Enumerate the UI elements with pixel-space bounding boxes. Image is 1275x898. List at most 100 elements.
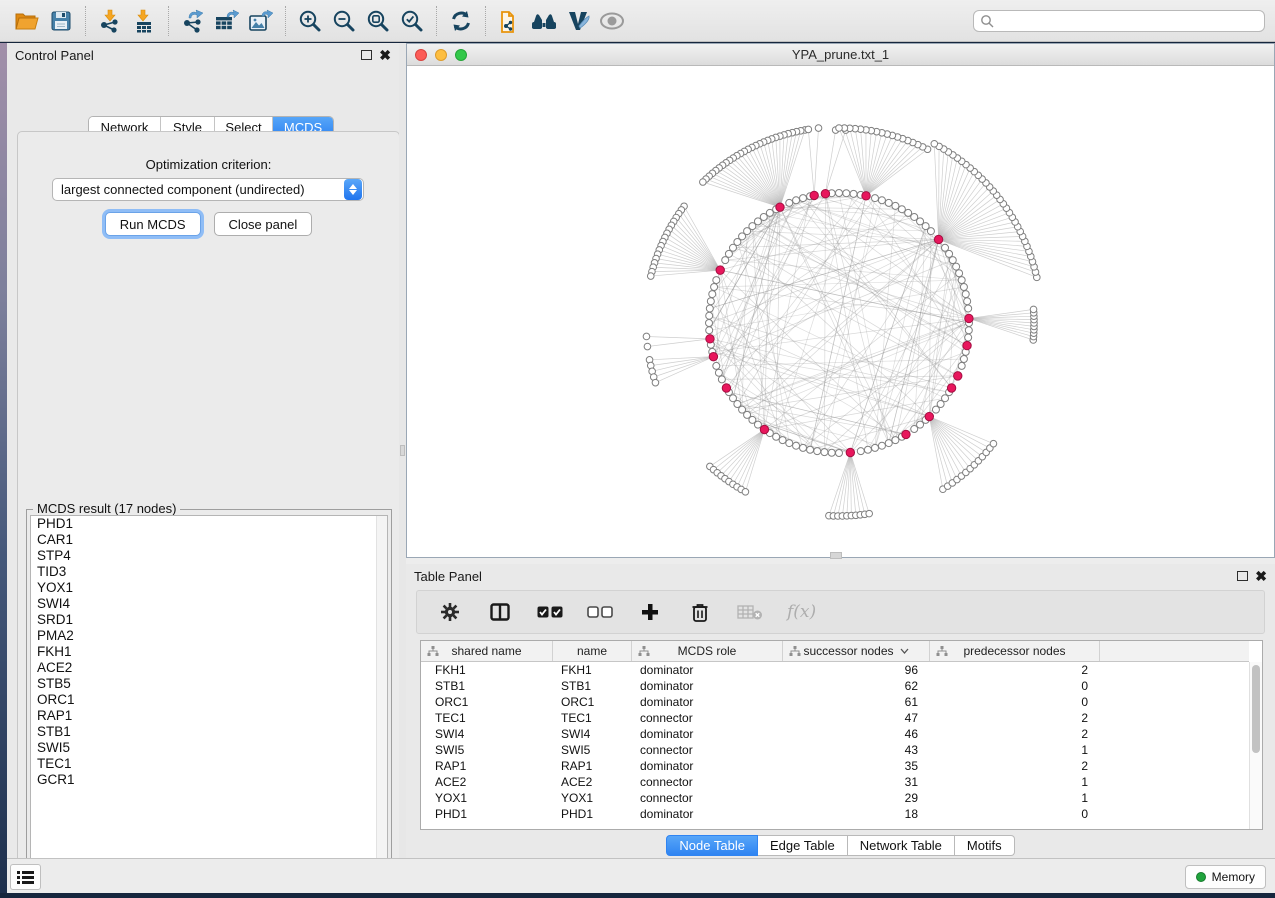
network-node[interactable] xyxy=(793,442,800,449)
network-dominator-node[interactable] xyxy=(862,192,870,200)
network-node[interactable] xyxy=(885,199,892,206)
network-dominator-node[interactable] xyxy=(947,384,955,392)
network-node[interactable] xyxy=(821,449,828,456)
table-row[interactable]: ORC1ORC1dominator610 xyxy=(421,694,1249,710)
clone-network-icon[interactable] xyxy=(493,4,527,38)
table-row[interactable]: PHD1PHD1dominator180 xyxy=(421,806,1249,822)
network-node[interactable] xyxy=(958,277,965,284)
tab-network-table[interactable]: Network Table xyxy=(848,835,955,856)
network-dominator-node[interactable] xyxy=(963,341,971,349)
network-node[interactable] xyxy=(722,257,729,264)
delete-table-icon[interactable] xyxy=(737,599,763,625)
network-node[interactable] xyxy=(942,244,949,251)
eye-icon[interactable] xyxy=(595,4,629,38)
table-row[interactable]: SWI4SWI4dominator462 xyxy=(421,726,1249,742)
search-field[interactable] xyxy=(973,10,1265,32)
column-header-predecessor-nodes[interactable]: predecessor nodes xyxy=(930,641,1100,661)
network-leaf-node[interactable] xyxy=(647,273,654,280)
criterion-dropdown[interactable]: largest connected component (undirected) xyxy=(52,178,364,201)
network-node[interactable] xyxy=(956,270,963,277)
mcds-result-item[interactable]: RAP1 xyxy=(31,708,387,724)
export-image-icon[interactable] xyxy=(244,4,278,38)
table-row[interactable]: RAP1RAP1dominator352 xyxy=(421,758,1249,774)
network-leaf-node[interactable] xyxy=(643,333,650,340)
table-row[interactable]: TEC1TEC1connector472 xyxy=(421,710,1249,726)
memory-button[interactable]: Memory xyxy=(1185,865,1266,889)
network-node[interactable] xyxy=(857,448,864,455)
network-leaf-node[interactable] xyxy=(1030,306,1037,313)
zoom-in-icon[interactable] xyxy=(293,4,327,38)
network-node[interactable] xyxy=(786,199,793,206)
network-dominator-node[interactable] xyxy=(934,235,942,243)
network-node[interactable] xyxy=(793,197,800,204)
import-table-icon[interactable] xyxy=(127,4,161,38)
network-leaf-node[interactable] xyxy=(836,125,843,132)
network-leaf-node[interactable] xyxy=(815,125,822,132)
close-panel-button[interactable]: Close panel xyxy=(214,212,313,236)
network-node[interactable] xyxy=(779,437,786,444)
network-node[interactable] xyxy=(850,190,857,197)
run-mcds-button[interactable]: Run MCDS xyxy=(105,212,201,236)
table-row[interactable]: YOX1YOX1connector291 xyxy=(421,790,1249,806)
splitter-handle[interactable] xyxy=(400,445,405,456)
network-leaf-node[interactable] xyxy=(931,140,938,147)
task-history-button[interactable] xyxy=(10,864,41,890)
network-dominator-node[interactable] xyxy=(709,352,717,360)
network-node[interactable] xyxy=(878,197,885,204)
deselect-all-columns-icon[interactable] xyxy=(587,599,613,625)
column-header-shared-name[interactable]: shared name xyxy=(421,641,553,661)
network-dominator-node[interactable] xyxy=(821,190,829,198)
network-node[interactable] xyxy=(953,263,960,270)
mcds-result-item[interactable]: FKH1 xyxy=(31,644,387,660)
network-node[interactable] xyxy=(964,298,971,305)
network-dominator-node[interactable] xyxy=(760,425,768,433)
tab-motifs[interactable]: Motifs xyxy=(955,835,1015,856)
network-node[interactable] xyxy=(871,195,878,202)
network-dominator-node[interactable] xyxy=(810,191,818,199)
add-column-icon[interactable] xyxy=(637,599,663,625)
network-node[interactable] xyxy=(960,355,967,362)
list-scrollbar[interactable] xyxy=(376,516,387,878)
search-input[interactable] xyxy=(994,14,1258,28)
network-node[interactable] xyxy=(786,440,793,447)
float-panel-icon[interactable] xyxy=(1237,571,1248,581)
mcds-result-item[interactable]: STB1 xyxy=(31,724,387,740)
network-node[interactable] xyxy=(960,284,967,291)
network-node[interactable] xyxy=(773,433,780,440)
save-icon[interactable] xyxy=(44,4,78,38)
delete-column-icon[interactable] xyxy=(687,599,713,625)
mcds-result-list[interactable]: PHD1CAR1STP4TID3YOX1SWI4SRD1PMA2FKH1ACE2… xyxy=(30,515,388,879)
network-node[interactable] xyxy=(711,284,718,291)
mcds-result-item[interactable]: TID3 xyxy=(31,564,387,580)
network-leaf-node[interactable] xyxy=(700,179,707,186)
network-node[interactable] xyxy=(836,450,843,457)
mcds-result-item[interactable]: CAR1 xyxy=(31,532,387,548)
zoom-out-icon[interactable] xyxy=(327,4,361,38)
table-row[interactable]: FKH1FKH1dominator962 xyxy=(421,662,1249,678)
mcds-result-item[interactable]: YOX1 xyxy=(31,580,387,596)
network-node[interactable] xyxy=(892,202,899,209)
mcds-result-item[interactable]: SWI4 xyxy=(31,596,387,612)
network-node[interactable] xyxy=(878,442,885,449)
network-leaf-node[interactable] xyxy=(990,440,997,447)
network-node[interactable] xyxy=(706,312,713,319)
network-leaf-node[interactable] xyxy=(742,489,749,496)
network-node[interactable] xyxy=(707,298,714,305)
refresh-icon[interactable] xyxy=(444,4,478,38)
zoom-fit-icon[interactable] xyxy=(361,4,395,38)
network-node[interactable] xyxy=(965,305,972,312)
network-node[interactable] xyxy=(706,320,713,327)
table-row[interactable]: STB1STB1dominator620 xyxy=(421,678,1249,694)
network-dominator-node[interactable] xyxy=(902,430,910,438)
network-node[interactable] xyxy=(814,448,821,455)
mcds-result-item[interactable]: ACE2 xyxy=(31,660,387,676)
network-window-titlebar[interactable]: YPA_prune.txt_1 xyxy=(407,44,1274,66)
network-dominator-node[interactable] xyxy=(954,372,962,380)
zoom-selected-icon[interactable] xyxy=(395,4,429,38)
network-dominator-node[interactable] xyxy=(846,448,854,456)
tab-node-table[interactable]: Node Table xyxy=(666,835,758,856)
float-panel-icon[interactable] xyxy=(361,50,372,60)
network-node[interactable] xyxy=(962,291,969,298)
network-node[interactable] xyxy=(828,449,835,456)
table-scrollbar[interactable] xyxy=(1249,662,1262,829)
